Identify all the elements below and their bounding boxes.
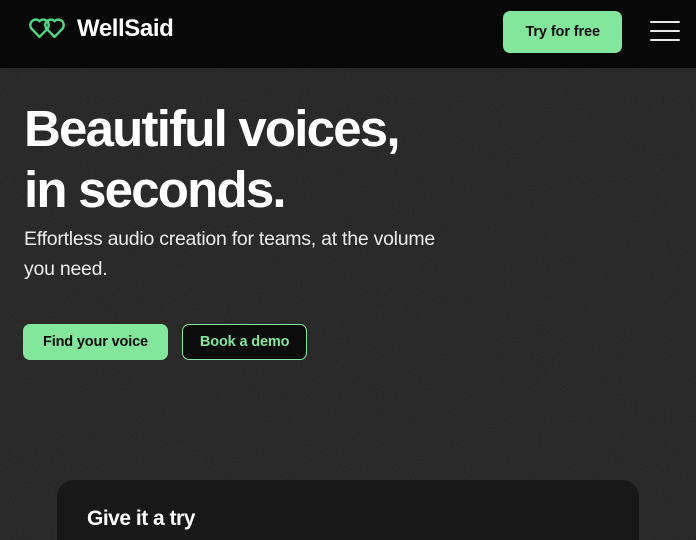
hamburger-bar — [650, 21, 680, 23]
hamburger-menu-icon[interactable] — [650, 18, 682, 44]
book-a-demo-button[interactable]: Book a demo — [181, 324, 308, 360]
give-it-a-try-card: Give it a try Content type Podcast Ad — [57, 480, 639, 540]
hamburger-bar — [650, 39, 680, 41]
try-for-free-button[interactable]: Try for free — [503, 11, 622, 53]
card-title: Give it a try — [87, 507, 195, 530]
find-your-voice-button[interactable]: Find your voice — [23, 324, 168, 360]
hero-subheading: Effortless audio creation for teams, at … — [24, 228, 435, 280]
hero-cta-row: Find your voice Book a demo — [23, 324, 308, 360]
page-root: WellSaid Try for free Beautiful voices, … — [0, 0, 696, 540]
hamburger-bar — [650, 30, 680, 32]
interlocking-hearts-infinity-icon — [29, 18, 65, 39]
hero-section: Beautiful voices, in seconds. Effortless… — [0, 68, 696, 540]
site-header: WellSaid Try for free — [0, 0, 696, 68]
headline-line-2: in seconds. — [24, 161, 287, 218]
brand-name: WellSaid — [77, 15, 174, 42]
headline-line-1: Beautiful voices, — [24, 100, 400, 157]
page-title: Beautiful voices, in seconds. — [24, 98, 400, 220]
brand-logo-link[interactable]: WellSaid — [28, 15, 174, 42]
